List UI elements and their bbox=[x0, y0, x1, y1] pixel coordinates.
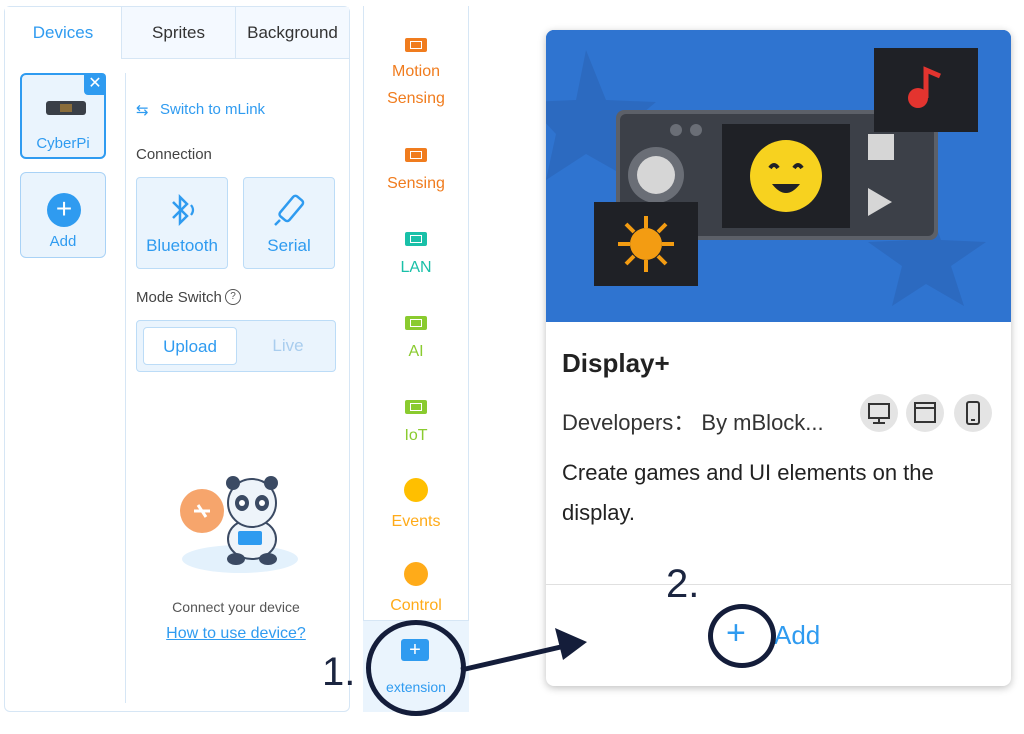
card-divider bbox=[546, 584, 1011, 585]
extension-card-display-plus: Display+ Developers： By mBlock... Create… bbox=[546, 30, 1011, 686]
tab-bar: Devices Sprites Background bbox=[5, 7, 349, 59]
how-to-use-link[interactable]: How to use device? bbox=[136, 625, 336, 643]
mobile-icon bbox=[954, 394, 992, 432]
extension-banner-image bbox=[546, 30, 1011, 322]
device-panel: Devices Sprites Background ✕ CyberPi + A… bbox=[4, 6, 350, 712]
category-control[interactable]: Control bbox=[364, 562, 468, 622]
category-sensing[interactable]: Sensing bbox=[364, 148, 468, 208]
category-motion-sensing[interactable]: Motion Sensing bbox=[364, 38, 468, 118]
control-dot-icon bbox=[404, 562, 428, 586]
serial-label: Serial bbox=[267, 236, 311, 255]
device-card-cyberpi[interactable]: ✕ CyberPi bbox=[20, 73, 106, 159]
panda-illustration bbox=[180, 476, 298, 573]
tab-devices[interactable]: Devices bbox=[5, 7, 122, 59]
category-label: IoT bbox=[404, 427, 428, 444]
step-arrow bbox=[460, 628, 587, 673]
extension-developers: Developers： By mBlock... bbox=[562, 410, 824, 435]
step-1-label: 1. bbox=[322, 650, 356, 694]
category-label: AI bbox=[408, 343, 424, 360]
extension-title: Display+ bbox=[562, 348, 670, 378]
add-extension-button[interactable]: Add bbox=[774, 620, 820, 651]
device-label: CyberPi bbox=[36, 135, 90, 152]
lan-icon bbox=[405, 232, 427, 246]
category-label: Motion Sensing bbox=[387, 63, 445, 107]
cyberpi-icon bbox=[46, 101, 86, 115]
desktop-icon bbox=[860, 394, 898, 432]
block-category-list: Motion Sensing Sensing LAN AI IoT Events … bbox=[363, 6, 469, 712]
connection-label: Connection bbox=[136, 146, 212, 163]
bluetooth-icon bbox=[172, 193, 195, 227]
switch-to-mlink-link[interactable]: Switch to mLink bbox=[160, 101, 265, 118]
browser-icon bbox=[906, 394, 944, 432]
switch-icon: ⇆ bbox=[136, 102, 149, 119]
category-label: Sensing bbox=[387, 175, 445, 192]
category-events[interactable]: Events bbox=[364, 478, 468, 538]
iot-icon bbox=[405, 400, 427, 414]
category-label: Control bbox=[390, 597, 442, 614]
tab-background[interactable]: Background bbox=[236, 7, 349, 59]
add-device-label: Add bbox=[49, 233, 77, 250]
step-1-highlight-ring bbox=[366, 620, 466, 716]
upload-mode-button[interactable]: Upload bbox=[143, 327, 237, 365]
usb-cable-icon bbox=[274, 194, 305, 226]
bluetooth-button[interactable]: Bluetooth bbox=[136, 177, 228, 269]
ai-icon bbox=[405, 316, 427, 330]
step-2-label: 2. bbox=[666, 562, 700, 606]
mode-switch: Upload Live bbox=[136, 320, 336, 372]
mode-switch-label: Mode Switch bbox=[136, 289, 222, 306]
help-icon[interactable]: ? bbox=[225, 289, 241, 305]
bluetooth-label: Bluetooth bbox=[146, 236, 218, 255]
live-mode-button[interactable]: Live bbox=[245, 327, 331, 365]
events-dot-icon bbox=[404, 478, 428, 502]
category-label: LAN bbox=[400, 259, 432, 276]
category-label: Events bbox=[391, 513, 441, 530]
sensing-icon bbox=[405, 148, 427, 162]
extension-description: Create games and UI elements on the disp… bbox=[562, 460, 934, 525]
close-icon[interactable]: ✕ bbox=[84, 73, 106, 95]
plus-icon: + bbox=[47, 193, 81, 227]
step-2-highlight-ring bbox=[708, 604, 776, 668]
connect-hint: Connect your device bbox=[172, 599, 300, 615]
tab-sprites[interactable]: Sprites bbox=[122, 7, 236, 59]
serial-button[interactable]: Serial bbox=[243, 177, 335, 269]
category-iot[interactable]: IoT bbox=[364, 400, 468, 460]
motion-sensing-icon bbox=[405, 38, 427, 52]
add-device-button[interactable]: + Add bbox=[20, 172, 106, 258]
category-ai[interactable]: AI bbox=[364, 316, 468, 376]
category-lan[interactable]: LAN bbox=[364, 232, 468, 292]
device-list-divider bbox=[125, 73, 126, 703]
